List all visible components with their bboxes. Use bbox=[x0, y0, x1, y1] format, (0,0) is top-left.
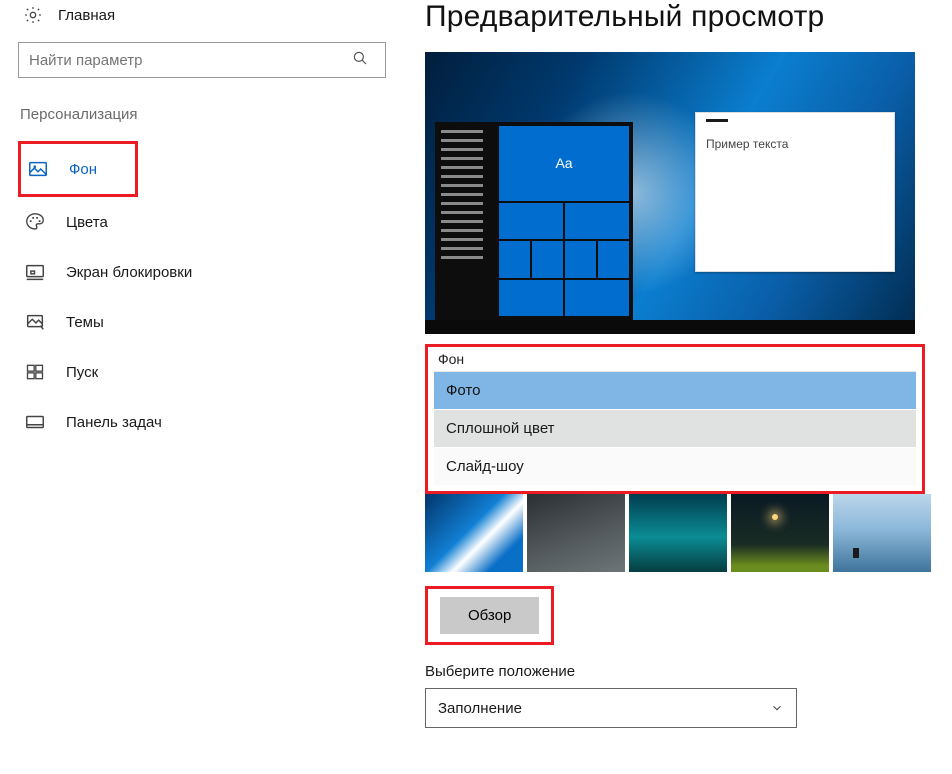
preview-sample-window: Пример текста bbox=[695, 112, 895, 272]
highlight-background-dropdown: Фон Фото Сплошной цвет Слайд-шоу bbox=[425, 344, 925, 494]
wallpaper-thumb[interactable] bbox=[425, 494, 523, 572]
main-panel: Предварительный просмотр Aa Пример текст… bbox=[395, 0, 952, 728]
sidebar-item-colors[interactable]: Цвета bbox=[18, 197, 381, 247]
highlight-browse-button: Обзор bbox=[425, 586, 554, 645]
home-label: Главная bbox=[58, 7, 115, 24]
background-label: Фон bbox=[434, 351, 916, 367]
settings-sidebar: Главная Персонализация bbox=[0, 0, 395, 728]
home-link[interactable]: Главная bbox=[18, 0, 381, 36]
gear-icon bbox=[22, 4, 44, 26]
wallpaper-thumb[interactable] bbox=[629, 494, 727, 572]
start-icon bbox=[24, 361, 46, 383]
sidebar-item-label: Пуск bbox=[66, 364, 98, 381]
wallpaper-thumb[interactable] bbox=[527, 494, 625, 572]
position-value: Заполнение bbox=[438, 700, 522, 717]
browse-button[interactable]: Обзор bbox=[440, 597, 539, 634]
chevron-down-icon bbox=[770, 701, 784, 715]
sidebar-item-label: Цвета bbox=[66, 214, 108, 231]
search-icon bbox=[351, 49, 369, 67]
background-dropdown[interactable]: Фото Сплошной цвет Слайд-шоу bbox=[434, 371, 916, 485]
background-option-slideshow[interactable]: Слайд-шоу bbox=[434, 448, 916, 485]
position-select[interactable]: Заполнение bbox=[425, 688, 797, 728]
sidebar-item-background[interactable]: Фон bbox=[21, 144, 103, 194]
search-field-wrap bbox=[18, 42, 381, 78]
section-title: Персонализация bbox=[18, 106, 381, 123]
sidebar-item-lockscreen[interactable]: Экран блокировки bbox=[18, 247, 381, 297]
wallpaper-thumb[interactable] bbox=[731, 494, 829, 572]
sidebar-item-themes[interactable]: Темы bbox=[18, 297, 381, 347]
preview-sample-text: Пример текста bbox=[706, 137, 884, 151]
background-option-photo[interactable]: Фото bbox=[434, 372, 916, 410]
image-icon bbox=[27, 158, 49, 180]
sidebar-item-label: Темы bbox=[66, 314, 104, 331]
position-label: Выберите положение bbox=[425, 663, 952, 680]
sidebar-item-taskbar[interactable]: Панель задач bbox=[18, 397, 381, 447]
sidebar-item-start[interactable]: Пуск bbox=[18, 347, 381, 397]
preview-tile-sample: Aa bbox=[499, 126, 629, 201]
sidebar-item-label: Фон bbox=[69, 161, 97, 178]
wallpaper-thumb[interactable] bbox=[833, 494, 931, 572]
background-option-solid[interactable]: Сплошной цвет bbox=[434, 410, 916, 448]
preview-heading: Предварительный просмотр bbox=[425, 0, 952, 34]
sidebar-item-label: Экран блокировки bbox=[66, 264, 192, 281]
desktop-preview: Aa Пример текста bbox=[425, 52, 915, 334]
themes-icon bbox=[24, 311, 46, 333]
taskbar-icon bbox=[24, 411, 46, 433]
sidebar-item-label: Панель задач bbox=[66, 414, 162, 431]
search-input[interactable] bbox=[18, 42, 386, 78]
position-section: Выберите положение Заполнение bbox=[425, 663, 952, 728]
highlight-sidebar-background: Фон bbox=[18, 141, 138, 197]
wallpaper-thumbnails bbox=[425, 494, 935, 572]
lockscreen-icon bbox=[24, 261, 46, 283]
preview-start-menu: Aa bbox=[435, 122, 633, 320]
palette-icon bbox=[24, 211, 46, 233]
